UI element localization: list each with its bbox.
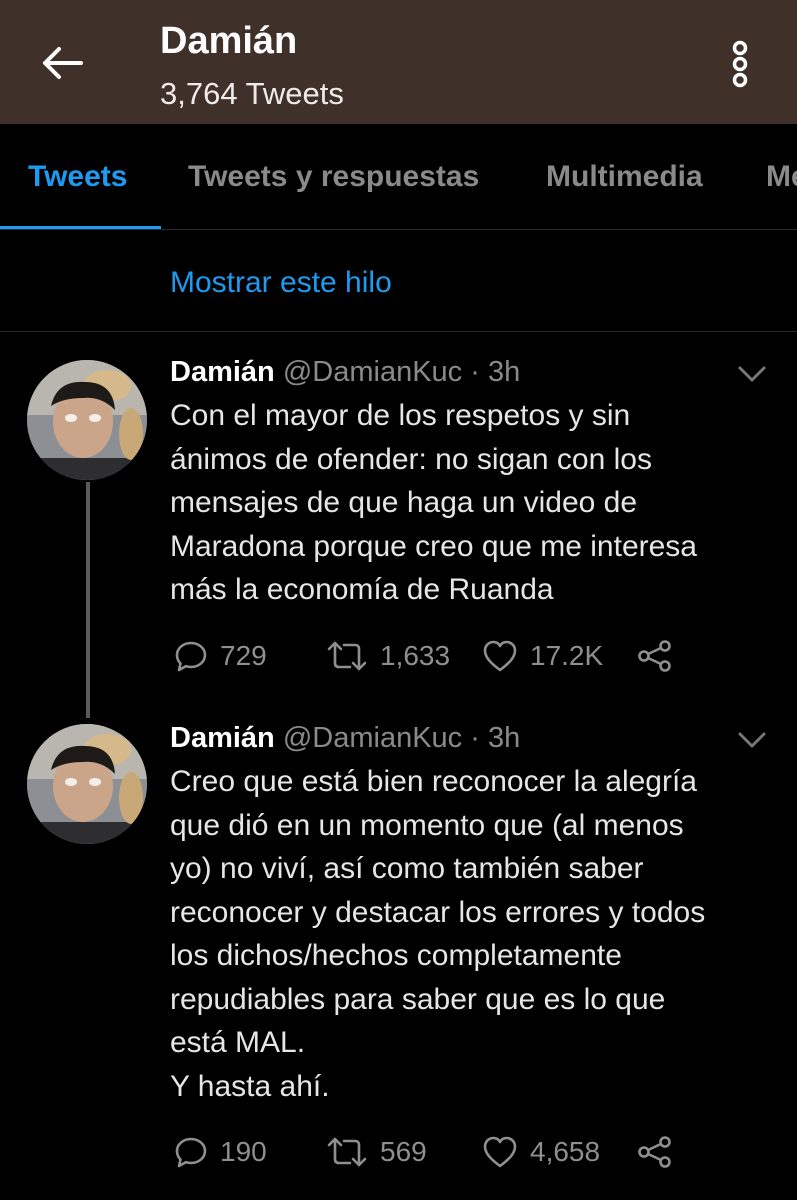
tweet-line: Maradona porque creo que me interesa — [170, 529, 697, 563]
show-thread-link[interactable]: Mostrar este hilo — [170, 266, 392, 300]
arrow-left-icon — [43, 47, 83, 79]
tweet-count: 3,764 Tweets — [160, 76, 344, 111]
reply-icon — [175, 1137, 207, 1168]
avatar[interactable] — [27, 360, 147, 480]
retweet-icon — [327, 641, 367, 671]
author-name[interactable]: Damián — [170, 356, 275, 388]
more-vertical-icon — [732, 40, 748, 88]
tweet-line: Creo que está bien reconocer la alegría — [170, 765, 697, 798]
retweet-button[interactable]: 1,633 — [326, 636, 450, 676]
tweet-line: mensajes de que haga un video de — [170, 486, 638, 519]
separator-dot: · — [470, 722, 480, 754]
profile-header: Damián 3,764 Tweets — [0, 0, 797, 124]
tab-likes[interactable]: Me — [766, 160, 797, 194]
tweet-header: Damián @DamianKuc · 3h — [170, 722, 520, 755]
avatar[interactable] — [27, 724, 147, 844]
reply-icon — [175, 641, 207, 672]
reply-button[interactable]: 729 — [174, 636, 267, 676]
tweet-line: Con el mayor de los respetos y sin — [170, 399, 631, 432]
active-tab-indicator — [0, 226, 161, 229]
separator-dot: · — [470, 356, 480, 388]
retweet-icon — [327, 1137, 367, 1167]
tweet-line: más la economía de Ruanda — [170, 573, 554, 606]
tweet-menu-button[interactable] — [736, 362, 768, 386]
tab-tweets-replies[interactable]: Tweets y respuestas — [188, 160, 479, 194]
share-icon — [638, 1136, 671, 1168]
tab-multimedia[interactable]: Multimedia — [546, 160, 703, 194]
like-count: 17.2K — [530, 640, 604, 671]
tab-tweets[interactable]: Tweets — [28, 160, 127, 194]
tweet-text: Con el mayor de los respetos y sin ánimo… — [170, 394, 780, 612]
tweet-line: que dió en un momento que (al menos — [170, 808, 684, 842]
tweet-line: los dichos/hechos completamente — [170, 939, 622, 972]
heart-icon — [483, 1136, 517, 1168]
back-button[interactable] — [36, 40, 88, 86]
tweet-time[interactable]: 3h — [488, 356, 520, 388]
share-icon — [638, 640, 671, 672]
share-button[interactable] — [636, 636, 674, 676]
tweet-actions: 729 1,633 17.2K — [170, 636, 690, 676]
chevron-down-icon — [738, 732, 766, 748]
reply-count: 729 — [220, 640, 267, 671]
more-options-button[interactable] — [720, 38, 760, 90]
author-handle[interactable]: @DamianKuc — [283, 722, 462, 754]
tweet-line: ánimos de ofender: no sigan con los — [170, 442, 652, 476]
divider — [0, 331, 797, 332]
tweet-line: repudiables para saber que es lo que — [170, 982, 666, 1016]
reply-button[interactable]: 190 — [174, 1132, 267, 1172]
tweet-line: está MAL. — [170, 1026, 306, 1059]
tweet-line: Y hasta ahí. — [170, 1069, 330, 1103]
thread-connector — [86, 482, 90, 718]
heart-icon — [483, 640, 517, 672]
retweet-count: 1,633 — [380, 640, 451, 671]
tweet-actions: 190 569 4,658 — [170, 1132, 690, 1172]
chevron-down-icon — [738, 366, 766, 382]
tweet-time[interactable]: 3h — [488, 722, 520, 754]
like-count: 4,658 — [530, 1136, 601, 1167]
tweet-line: yo) no viví, así como también saber — [170, 852, 644, 885]
like-button[interactable]: 17.2K — [482, 636, 603, 676]
tweet-line: reconocer y destacar los errores y todos — [170, 895, 706, 929]
profile-tabs: Tweets Tweets y respuestas Multimedia Me — [0, 124, 797, 230]
author-name[interactable]: Damián — [170, 722, 275, 754]
share-button[interactable] — [636, 1132, 674, 1172]
retweet-count: 569 — [380, 1136, 427, 1167]
tweet-menu-button[interactable] — [736, 728, 768, 752]
like-button[interactable]: 4,658 — [482, 1132, 600, 1172]
author-handle[interactable]: @DamianKuc — [283, 356, 462, 388]
reply-count: 190 — [220, 1136, 267, 1167]
profile-name: Damián — [160, 20, 298, 62]
retweet-button[interactable]: 569 — [326, 1132, 427, 1172]
tweet-text: Creo que está bien reconocer la alegría … — [170, 760, 780, 1108]
tweet-header: Damián @DamianKuc · 3h — [170, 356, 520, 389]
